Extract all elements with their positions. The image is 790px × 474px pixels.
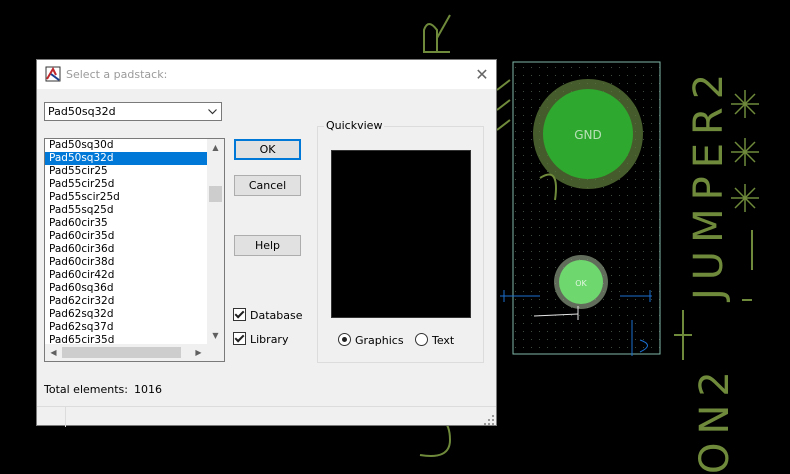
horizontal-scrollbar[interactable]: ◀ ▶ — [45, 344, 207, 361]
database-checkbox-label: Database — [250, 309, 303, 322]
text-radio[interactable]: Text — [415, 333, 454, 347]
list-item[interactable]: Pad55scir25d — [45, 191, 207, 204]
resize-grip-icon[interactable] — [484, 415, 494, 425]
quickview-preview — [331, 150, 471, 318]
ok-button[interactable]: OK — [234, 139, 301, 160]
list-item[interactable]: Pad60cir38d — [45, 256, 207, 269]
list-item[interactable]: Pad50sq32d — [45, 152, 207, 165]
padstack-app-icon — [45, 66, 61, 82]
database-checkbox[interactable]: Database — [233, 308, 303, 322]
gnd-pad-label: GND — [574, 128, 602, 142]
listbox-items: Pad50sq30d Pad50sq32d Pad55cir25 Pad55cir25… — [45, 139, 207, 347]
status-separator — [65, 407, 66, 427]
quickview-group: Quickview Graphics Text — [317, 119, 484, 363]
list-item[interactable]: Pad55cir25d — [45, 178, 207, 191]
list-item[interactable]: Pad55sq25d — [45, 204, 207, 217]
list-item[interactable]: Pad55cir25 — [45, 165, 207, 178]
text-radio-circle[interactable] — [415, 333, 428, 346]
graphics-radio-circle[interactable] — [338, 333, 351, 346]
list-item[interactable]: Pad60cir35 — [45, 217, 207, 230]
close-icon: ✕ — [475, 65, 489, 84]
scroll-down-icon[interactable]: ▼ — [207, 327, 224, 344]
vertical-scrollbar[interactable]: ▲ ▼ — [207, 139, 224, 344]
list-item[interactable]: Pad62sq32d — [45, 308, 207, 321]
list-item[interactable]: Pad50sq30d — [45, 139, 207, 152]
library-checkbox-label: Library — [250, 333, 289, 346]
small-pad-label: OK — [575, 279, 587, 288]
close-button[interactable]: ✕ — [468, 60, 496, 89]
combobox-value: Pad50sq32d — [48, 105, 116, 118]
padstack-listbox[interactable]: Pad50sq30d Pad50sq32d Pad55cir25 Pad55cir25… — [44, 138, 225, 362]
list-item[interactable]: Pad62cir32d — [45, 295, 207, 308]
silk-asterisks — [731, 90, 759, 212]
total-elements-value: 1016 — [134, 383, 162, 396]
list-item[interactable]: Pad60cir42d — [45, 269, 207, 282]
text-radio-label: Text — [432, 334, 455, 347]
graphics-radio[interactable]: Graphics — [338, 333, 404, 347]
padstack-combobox[interactable]: Pad50sq32d — [44, 102, 222, 121]
list-item[interactable]: Pad60cir36d — [45, 243, 207, 256]
library-checkbox[interactable]: Library — [233, 332, 288, 346]
horizontal-scroll-thumb[interactable] — [62, 347, 181, 358]
cancel-button[interactable]: Cancel — [234, 175, 301, 196]
database-checkbox-box[interactable] — [233, 308, 246, 321]
scroll-left-icon[interactable]: ◀ — [45, 344, 62, 361]
status-bar — [37, 406, 496, 427]
quickview-label: Quickview — [324, 119, 385, 132]
total-elements-label: Total elements: — [44, 383, 128, 396]
help-button[interactable]: Help — [234, 235, 301, 256]
scroll-right-icon[interactable]: ▶ — [190, 344, 207, 361]
vertical-scroll-thumb[interactable] — [209, 186, 222, 202]
dialog-title: Select a padstack: — [66, 68, 168, 81]
library-checkbox-box[interactable] — [233, 332, 246, 345]
scroll-up-icon[interactable]: ▲ — [207, 139, 224, 156]
list-item[interactable]: Pad60sq36d — [45, 282, 207, 295]
scrollbar-corner — [207, 344, 224, 361]
chevron-down-icon[interactable] — [207, 106, 218, 117]
select-padstack-dialog: Select a padstack: ✕ Pad50sq32d Pad50sq3… — [36, 59, 497, 427]
list-item[interactable]: Pad60cir35d — [45, 230, 207, 243]
dialog-titlebar[interactable]: Select a padstack: ✕ — [37, 60, 496, 89]
list-item[interactable]: Pad62sq37d — [45, 321, 207, 334]
ref-designator-bottom: ON2 — [692, 363, 738, 474]
graphics-radio-label: Graphics — [355, 334, 404, 347]
ref-designator-vertical: JUMPER2 — [686, 66, 732, 303]
